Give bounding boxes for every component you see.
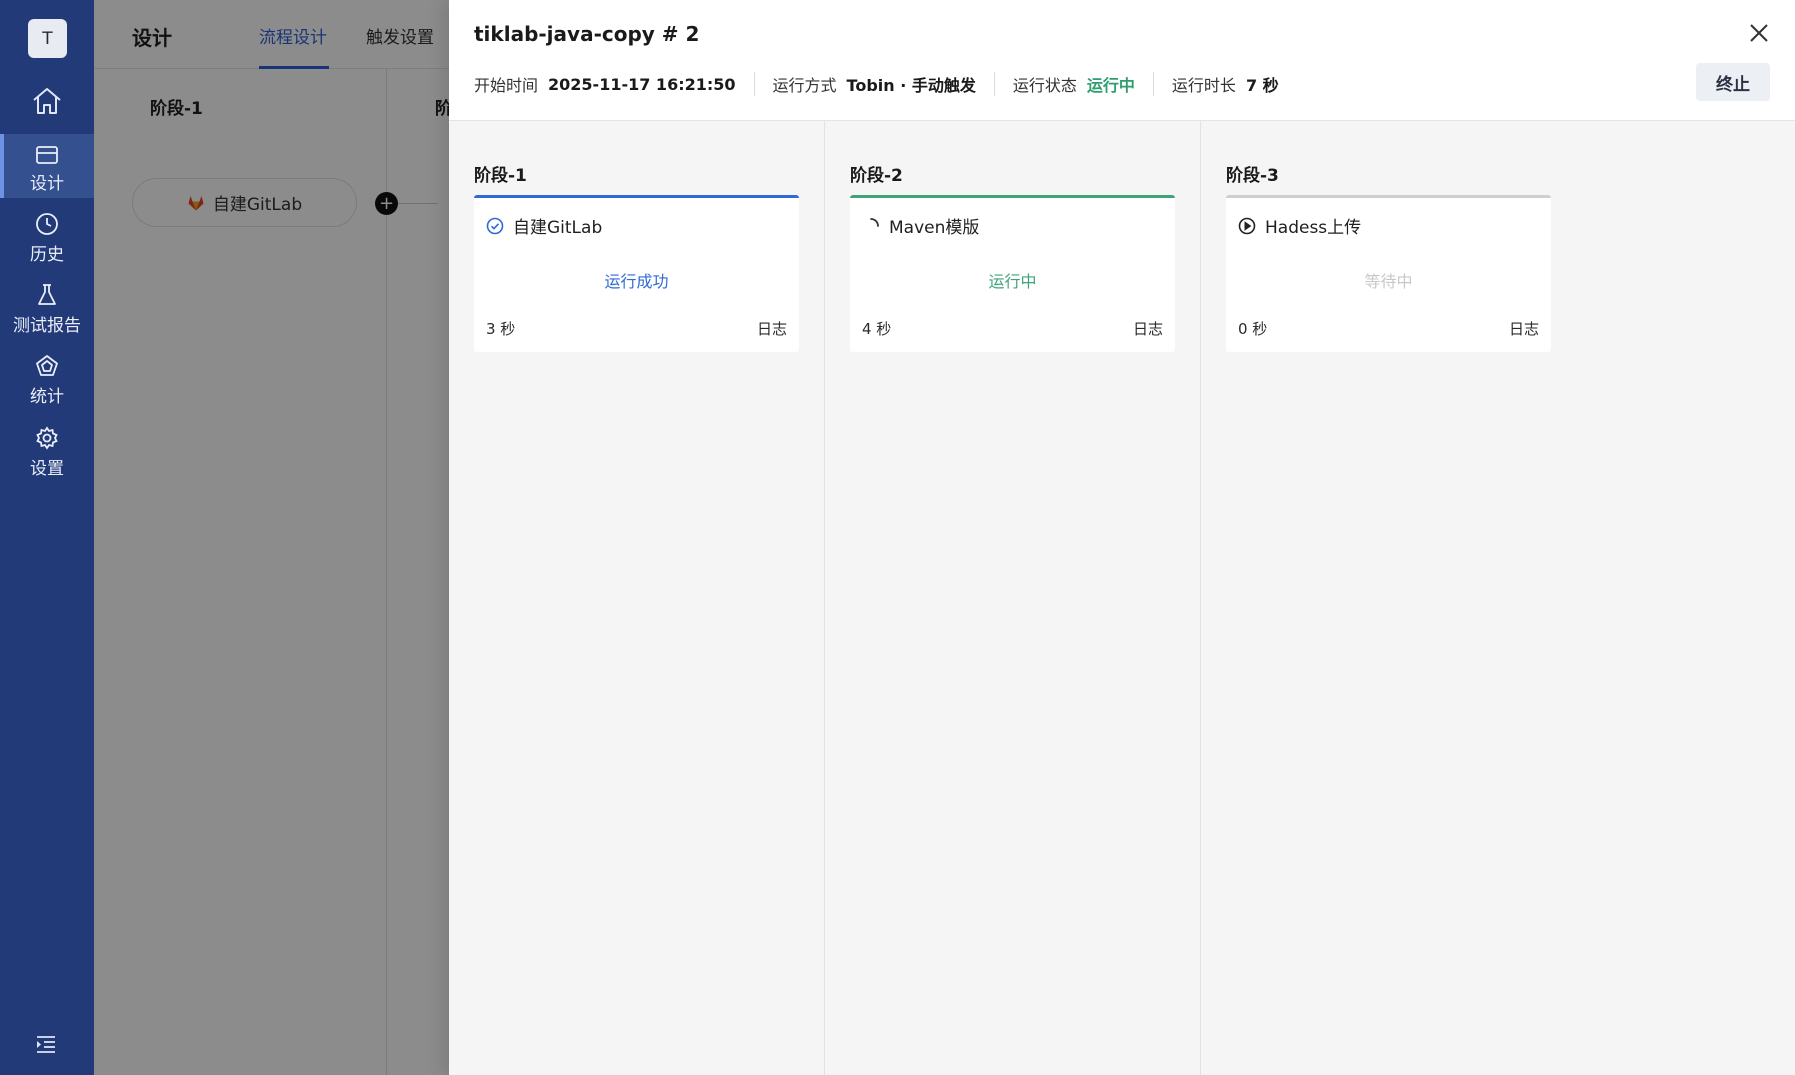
play-circle-icon (1238, 217, 1256, 234)
sidebar-item-design[interactable]: 设计 (0, 134, 94, 198)
log-link[interactable]: 日志 (757, 318, 787, 339)
stage-board: 阶段-1 自建GitLab 运行成功 3 秒 日志 阶段-2 Maven模版 运… (449, 121, 1795, 1075)
sidebar-item-label: 设置 (30, 458, 64, 479)
menu-collapse-icon (37, 1036, 55, 1053)
run-title: tiklab-java-copy # 2 (474, 22, 700, 46)
task-status: 运行中 (988, 272, 1037, 291)
user-avatar[interactable]: T (28, 19, 67, 58)
stage-label: 阶段-2 (850, 166, 903, 186)
sidebar-item-label: 统计 (30, 386, 64, 407)
task-card[interactable]: 自建GitLab 运行成功 3 秒 日志 (474, 195, 799, 352)
stage-label: 阶段-1 (474, 166, 527, 186)
run-mode-value: Tobin · 手动触发 (846, 76, 976, 95)
task-status: 运行成功 (604, 272, 669, 291)
loading-spinner-icon (870, 217, 879, 227)
close-icon (1750, 24, 1768, 42)
meta-run-mode: 运行方式 Tobin · 手动触发 (753, 72, 994, 96)
task-name: Hadess上传 (1265, 218, 1362, 238)
run-duration-value: 7 秒 (1245, 76, 1279, 95)
sidebar-item-label: 测试报告 (13, 315, 81, 336)
meta-run-duration: 运行时长 7 秒 (1152, 72, 1297, 96)
gear-icon (36, 425, 58, 450)
drawer-header: tiklab-java-copy # 2 开始时间 2025-11-17 16:… (449, 0, 1795, 121)
flask-icon (38, 283, 56, 305)
task-duration: 4 秒 (862, 320, 892, 338)
run-meta: 开始时间 2025-11-17 16:21:50 运行方式 Tobin · 手动… (474, 72, 1297, 96)
sidebar-item-statistics[interactable]: 统计 (0, 347, 94, 411)
home-button[interactable] (0, 76, 94, 126)
sidebar-item-label: 设计 (30, 173, 64, 194)
meta-start-time: 开始时间 2025-11-17 16:21:50 (474, 74, 736, 96)
close-button[interactable] (1747, 21, 1771, 45)
check-circle-icon (486, 217, 504, 234)
clock-icon (36, 212, 58, 235)
sidebar: T 设计 历史 测试报告 统计 设置 (0, 0, 94, 1075)
sidebar-item-test-report[interactable]: 测试报告 (0, 276, 94, 340)
run-status-value: 运行中 (1086, 76, 1135, 95)
task-status: 等待中 (1364, 272, 1413, 291)
task-name: Maven模版 (889, 218, 980, 238)
collapse-sidebar-button[interactable] (34, 1034, 58, 1058)
stage-column: 阶段-1 自建GitLab 运行成功 3 秒 日志 (449, 121, 825, 1075)
sidebar-item-settings[interactable]: 设置 (0, 419, 94, 483)
task-name: 自建GitLab (513, 218, 603, 238)
stage-column: 阶段-3 Hadess上传 等待中 0 秒 日志 (1201, 121, 1577, 1075)
stage-column: 阶段-2 Maven模版 运行中 4 秒 日志 (825, 121, 1201, 1075)
start-time-value: 2025-11-17 16:21:50 (548, 74, 736, 94)
card-icon (36, 145, 58, 164)
sidebar-item-history[interactable]: 历史 (0, 205, 94, 269)
task-card[interactable]: Maven模版 运行中 4 秒 日志 (850, 195, 1175, 352)
home-icon (33, 88, 61, 114)
task-card[interactable]: Hadess上传 等待中 0 秒 日志 (1226, 195, 1551, 352)
run-detail-drawer: tiklab-java-copy # 2 开始时间 2025-11-17 16:… (449, 0, 1795, 1075)
task-duration: 3 秒 (486, 320, 516, 338)
task-duration: 0 秒 (1238, 320, 1268, 338)
app-root: T 设计 历史 测试报告 统计 设置 设计 流程设计 触发设置 阶段-1 阶 自… (0, 0, 1795, 1075)
log-link[interactable]: 日志 (1509, 318, 1539, 339)
meta-run-status: 运行状态 运行中 (993, 72, 1153, 96)
pentagon-chart-icon (36, 354, 58, 376)
stop-button[interactable]: 终止 (1696, 63, 1770, 101)
stage-label: 阶段-3 (1226, 166, 1279, 186)
sidebar-item-label: 历史 (30, 244, 64, 265)
log-link[interactable]: 日志 (1133, 318, 1163, 339)
